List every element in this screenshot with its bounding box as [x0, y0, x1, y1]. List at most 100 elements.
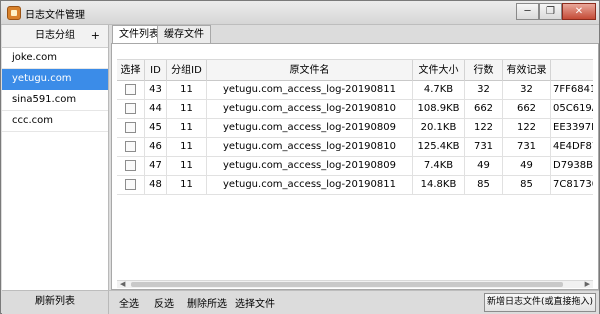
cell-valid: 85	[503, 176, 551, 194]
invert-selection-button[interactable]: 反选	[154, 295, 174, 310]
cell-group-id: 11	[167, 119, 207, 137]
cell-hash: 4E4DF87	[553, 141, 593, 152]
group-sidebar: 日志分组 + joke.com yetugu.com sina591.com c…	[2, 25, 109, 290]
minimize-button[interactable]: ─	[516, 3, 539, 20]
row-select-checkbox[interactable]	[125, 140, 136, 152]
cell-lines: 85	[465, 176, 503, 194]
horizontal-scrollbar[interactable]: ◀ ▶	[117, 280, 593, 288]
table-body: 43 11 yetugu.com_access_log-20190811 4.7KB 3…	[117, 81, 593, 281]
cell-filename: yetugu.com_access_log-20190809	[207, 157, 413, 175]
table-row[interactable]: 44 11 yetugu.com_access_log-20190810 108.9K…	[117, 100, 593, 119]
choose-file-button[interactable]: 选择文件	[235, 295, 275, 310]
close-icon: ✕	[574, 6, 584, 17]
cell-hash: 7C81730	[553, 179, 593, 190]
cell-valid: 122	[503, 119, 551, 137]
log-manager-window: 日志文件管理 ─ ❐ ✕ 日志分组 + joke.com yetugu.com …	[0, 0, 600, 314]
title-bar[interactable]: 日志文件管理 ─ ❐ ✕	[1, 1, 599, 25]
column-header-hash[interactable]	[551, 60, 593, 81]
cell-group-id: 11	[167, 81, 207, 99]
select-cell	[117, 100, 145, 118]
cell-valid: 32	[503, 81, 551, 99]
scrollbar-thumb[interactable]	[131, 282, 563, 287]
table-row[interactable]: 48 11 yetugu.com_access_log-20190811 14.8KB…	[117, 176, 593, 195]
add-log-file-button[interactable]: 新增日志文件(或直接拖入)	[484, 293, 596, 312]
column-header-lines[interactable]: 行数	[465, 60, 503, 81]
cell-lines: 731	[465, 138, 503, 156]
cell-group-id: 11	[167, 138, 207, 156]
main-area: 文件列表 缓存文件 选择 ID 分组ID 原文件名 文件大小 行数 有效记录 4…	[111, 25, 599, 290]
cell-filename: yetugu.com_access_log-20190810	[207, 100, 413, 118]
close-button[interactable]: ✕	[562, 3, 596, 20]
refresh-list-button[interactable]: 刷新列表	[2, 291, 109, 314]
table-header: 选择 ID 分组ID 原文件名 文件大小 行数 有效记录	[117, 59, 593, 81]
cell-valid: 662	[503, 100, 551, 118]
cell-id: 44	[145, 100, 167, 118]
cell-size: 4.7KB	[413, 81, 465, 99]
table-row[interactable]: 45 11 yetugu.com_access_log-20190809 20.1KB…	[117, 119, 593, 138]
delete-selected-button[interactable]: 删除所选	[187, 295, 227, 310]
cell-lines: 122	[465, 119, 503, 137]
scroll-right-icon[interactable]: ▶	[585, 281, 590, 288]
sidebar-item-ccc[interactable]: ccc.com	[2, 111, 108, 132]
cell-id: 48	[145, 176, 167, 194]
cell-lines: 662	[465, 100, 503, 118]
cell-id: 43	[145, 81, 167, 99]
column-header-id[interactable]: ID	[145, 60, 167, 81]
column-header-size[interactable]: 文件大小	[413, 60, 465, 81]
window-title: 日志文件管理	[25, 10, 85, 21]
row-select-checkbox[interactable]	[125, 178, 136, 190]
cell-valid: 49	[503, 157, 551, 175]
table-row[interactable]: 46 11 yetugu.com_access_log-20190810 125.4K…	[117, 138, 593, 157]
cell-lines: 49	[465, 157, 503, 175]
cell-group-id: 11	[167, 176, 207, 194]
file-table-panel: 选择 ID 分组ID 原文件名 文件大小 行数 有效记录 43 11 yetugu.…	[111, 43, 599, 290]
cell-group-id: 11	[167, 100, 207, 118]
select-cell	[117, 138, 145, 156]
column-header-filename[interactable]: 原文件名	[207, 60, 413, 81]
select-cell	[117, 157, 145, 175]
cell-size: 108.9KB	[413, 100, 465, 118]
cell-size: 14.8KB	[413, 176, 465, 194]
cell-hash: 7FF6841	[553, 84, 593, 95]
cell-filename: yetugu.com_access_log-20190810	[207, 138, 413, 156]
sidebar-item-joke[interactable]: joke.com	[2, 48, 108, 69]
row-select-checkbox[interactable]	[125, 102, 136, 114]
cell-hash: 05C619A	[553, 103, 593, 114]
cell-size: 7.4KB	[413, 157, 465, 175]
select-cell	[117, 176, 145, 194]
group-list-header: 日志分组 +	[2, 25, 108, 48]
group-header-label: 日志分组	[35, 30, 75, 41]
cell-size: 125.4KB	[413, 138, 465, 156]
restore-button[interactable]: ❐	[539, 3, 562, 20]
column-header-valid[interactable]: 有效记录	[503, 60, 551, 81]
cell-valid: 731	[503, 138, 551, 156]
column-header-select[interactable]: 选择	[117, 60, 145, 81]
cell-group-id: 11	[167, 157, 207, 175]
cell-id: 45	[145, 119, 167, 137]
row-select-checkbox[interactable]	[125, 159, 136, 171]
select-cell	[117, 119, 145, 137]
sidebar-item-sina591[interactable]: sina591.com	[2, 90, 108, 111]
cell-filename: yetugu.com_access_log-20190811	[207, 81, 413, 99]
column-header-group-id[interactable]: 分组ID	[167, 60, 207, 81]
restore-icon: ❐	[546, 6, 555, 17]
cell-filename: yetugu.com_access_log-20190809	[207, 119, 413, 137]
row-select-checkbox[interactable]	[125, 83, 136, 95]
minimize-icon: ─	[524, 6, 531, 17]
select-all-button[interactable]: 全选	[119, 295, 139, 310]
tab-cache-files[interactable]: 缓存文件	[157, 25, 211, 43]
table-row[interactable]: 43 11 yetugu.com_access_log-20190811 4.7KB 3…	[117, 81, 593, 100]
scroll-left-icon[interactable]: ◀	[120, 281, 125, 288]
table-row[interactable]: 47 11 yetugu.com_access_log-20190809 7.4KB 4…	[117, 157, 593, 176]
tab-bar: 文件列表 缓存文件	[111, 25, 599, 44]
app-icon	[7, 6, 21, 20]
cell-size: 20.1KB	[413, 119, 465, 137]
cell-id: 46	[145, 138, 167, 156]
select-cell	[117, 81, 145, 99]
add-group-icon[interactable]: +	[91, 25, 100, 47]
row-select-checkbox[interactable]	[125, 121, 136, 133]
cell-filename: yetugu.com_access_log-20190811	[207, 176, 413, 194]
cell-hash: D7938BF	[553, 160, 593, 171]
sidebar-item-yetugu[interactable]: yetugu.com	[2, 69, 108, 90]
cell-lines: 32	[465, 81, 503, 99]
